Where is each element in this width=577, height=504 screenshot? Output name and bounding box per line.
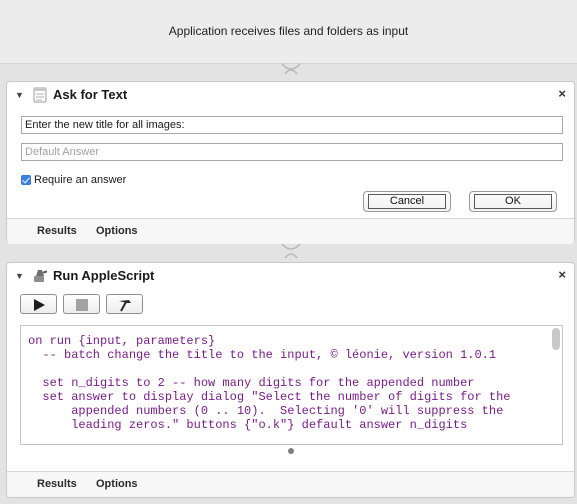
code-line: on run {input, parameters}	[28, 334, 216, 348]
code-line: appended numbers (0 .. 10). Selecting '0…	[28, 404, 504, 418]
cancel-button-label: Cancel	[368, 194, 446, 209]
results-tab[interactable]: Results	[37, 225, 77, 237]
cancel-button[interactable]: Cancel	[363, 191, 451, 212]
hammer-icon	[119, 300, 131, 312]
disclosure-triangle-icon[interactable]: ▼	[15, 271, 25, 281]
close-icon[interactable]: ×	[558, 268, 566, 282]
disclosure-triangle-icon[interactable]: ▼	[15, 90, 25, 100]
code-line: leading zeros." buttons {"o.k"} default …	[28, 418, 468, 432]
workflow-input-description: Application receives files and folders a…	[168, 24, 409, 38]
action-connector-icon	[281, 243, 301, 259]
ask-for-text-action: ▼ Ask for Text × Enter the new title for…	[6, 81, 575, 244]
options-tab[interactable]: Options	[96, 478, 138, 490]
default-answer-field[interactable]: Default Answer	[21, 143, 563, 161]
require-answer-checkbox[interactable]	[21, 175, 31, 185]
action-header: ▼ Ask for Text ×	[7, 82, 574, 108]
results-tab[interactable]: Results	[37, 478, 77, 490]
ok-button-label: OK	[474, 194, 552, 209]
ask-for-text-icon	[33, 87, 47, 103]
require-answer-label: Require an answer	[34, 174, 127, 186]
action-title: Run AppleScript	[53, 268, 155, 283]
code-line: set n_digits to 2 -- how many digits for…	[28, 376, 475, 390]
require-answer-row[interactable]: Require an answer	[21, 173, 126, 187]
resize-handle[interactable]	[288, 448, 294, 454]
ok-button[interactable]: OK	[469, 191, 557, 212]
options-tab[interactable]: Options	[96, 225, 138, 237]
stop-button[interactable]	[63, 294, 100, 314]
action-title: Ask for Text	[53, 87, 128, 102]
close-icon[interactable]: ×	[558, 87, 566, 101]
code-line: -- batch change the title to the input, …	[28, 348, 497, 362]
action-connector-icon	[281, 63, 301, 75]
applescript-icon	[34, 270, 48, 282]
compile-button[interactable]	[106, 294, 143, 314]
run-button[interactable]	[20, 294, 57, 314]
code-line: set answer to display dialog "Select the…	[28, 390, 511, 404]
action-footer: Results Options	[7, 471, 574, 497]
action-footer: Results Options	[7, 218, 574, 244]
workflow-input-banner: Application receives files and folders a…	[0, 0, 577, 64]
vertical-scrollbar[interactable]	[552, 328, 560, 350]
script-editor[interactable]: on run {input, parameters} -- batch chan…	[20, 325, 563, 445]
run-applescript-action: ▼ Run AppleScript × on run {input, param…	[6, 262, 575, 498]
question-field[interactable]: Enter the new title for all images:	[21, 116, 563, 134]
play-icon	[34, 299, 45, 311]
action-header: ▼ Run AppleScript ×	[7, 263, 574, 289]
stop-icon	[76, 299, 88, 311]
